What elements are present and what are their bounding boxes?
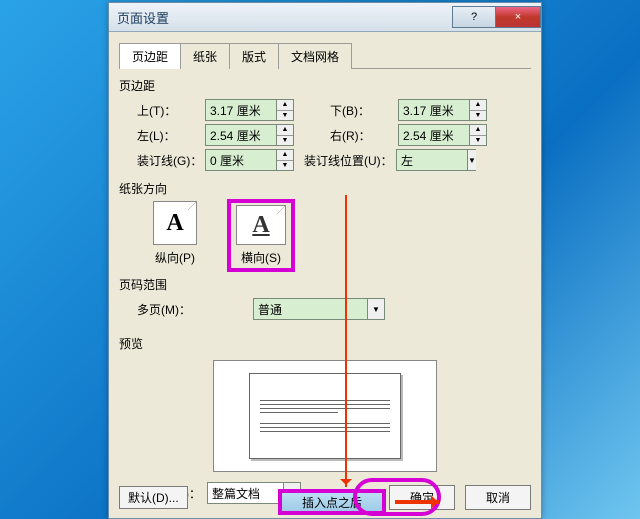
pages-legend: 页码范围 — [119, 274, 167, 295]
pages-group: 页码范围 多页(M)： ▼ — [119, 274, 531, 323]
orientation-landscape[interactable]: A 横向(S) — [229, 201, 293, 270]
orientation-group: 纸张方向 A 纵向(P) A 横向(S) — [119, 178, 531, 270]
margins-group: 页边距 上(T)： ▲▼ 下(B)： ▲▼ 左(L)： ▲▼ 右(R)： ▲▼ … — [119, 75, 531, 174]
annotation-arrow-down — [345, 195, 347, 487]
bottom-spinner[interactable]: ▲▼ — [398, 99, 487, 121]
annotation-arrow-right — [395, 500, 439, 504]
tab-margins[interactable]: 页边距 — [119, 43, 181, 69]
gutter-pos-label: 装订线位置(U)： — [304, 152, 396, 169]
multi-label: 多页(M)： — [137, 301, 205, 318]
window-title: 页面设置 — [117, 8, 453, 27]
page-setup-dialog: 页面设置 ? × 页边距 纸张 版式 文档网格 页边距 上(T)： ▲▼ 下(B… — [108, 2, 542, 519]
right-label: 右(R)： — [330, 127, 398, 144]
multi-combo[interactable]: ▼ — [253, 298, 385, 320]
close-button[interactable]: × — [495, 6, 541, 28]
preview-sheet — [249, 373, 401, 459]
tab-grid[interactable]: 文档网格 — [278, 43, 352, 69]
preview-legend: 预览 — [119, 333, 143, 354]
gutter-label: 装订线(G)： — [137, 152, 205, 169]
gutter-pos-combo[interactable]: ▼ — [396, 149, 476, 171]
bottom-label: 下(B)： — [330, 102, 398, 119]
ok-highlight-annotation — [353, 478, 441, 516]
preview-box — [213, 360, 437, 472]
tab-strip: 页边距 纸张 版式 文档网格 — [119, 42, 531, 69]
default-button[interactable]: 默认(D)... — [119, 486, 188, 509]
right-spinner[interactable]: ▲▼ — [398, 124, 487, 146]
portrait-icon: A — [153, 201, 197, 245]
tab-layout[interactable]: 版式 — [229, 43, 279, 69]
margins-legend: 页边距 — [119, 75, 155, 96]
orientation-portrait[interactable]: A 纵向(P) — [147, 201, 203, 266]
left-label: 左(L)： — [137, 127, 205, 144]
left-spinner[interactable]: ▲▼ — [205, 124, 294, 146]
orientation-legend: 纸张方向 — [119, 178, 167, 199]
gutter-spinner[interactable]: ▲▼ — [205, 149, 294, 171]
titlebar[interactable]: 页面设置 ? × — [109, 3, 541, 32]
landscape-icon: A — [236, 205, 286, 245]
top-label: 上(T)： — [137, 102, 205, 119]
top-spinner[interactable]: ▲▼ — [205, 99, 294, 121]
preview-group: 预览 — [119, 333, 531, 472]
cancel-button[interactable]: 取消 — [465, 485, 531, 510]
help-button[interactable]: ? — [452, 6, 496, 28]
tab-paper[interactable]: 纸张 — [180, 43, 230, 69]
